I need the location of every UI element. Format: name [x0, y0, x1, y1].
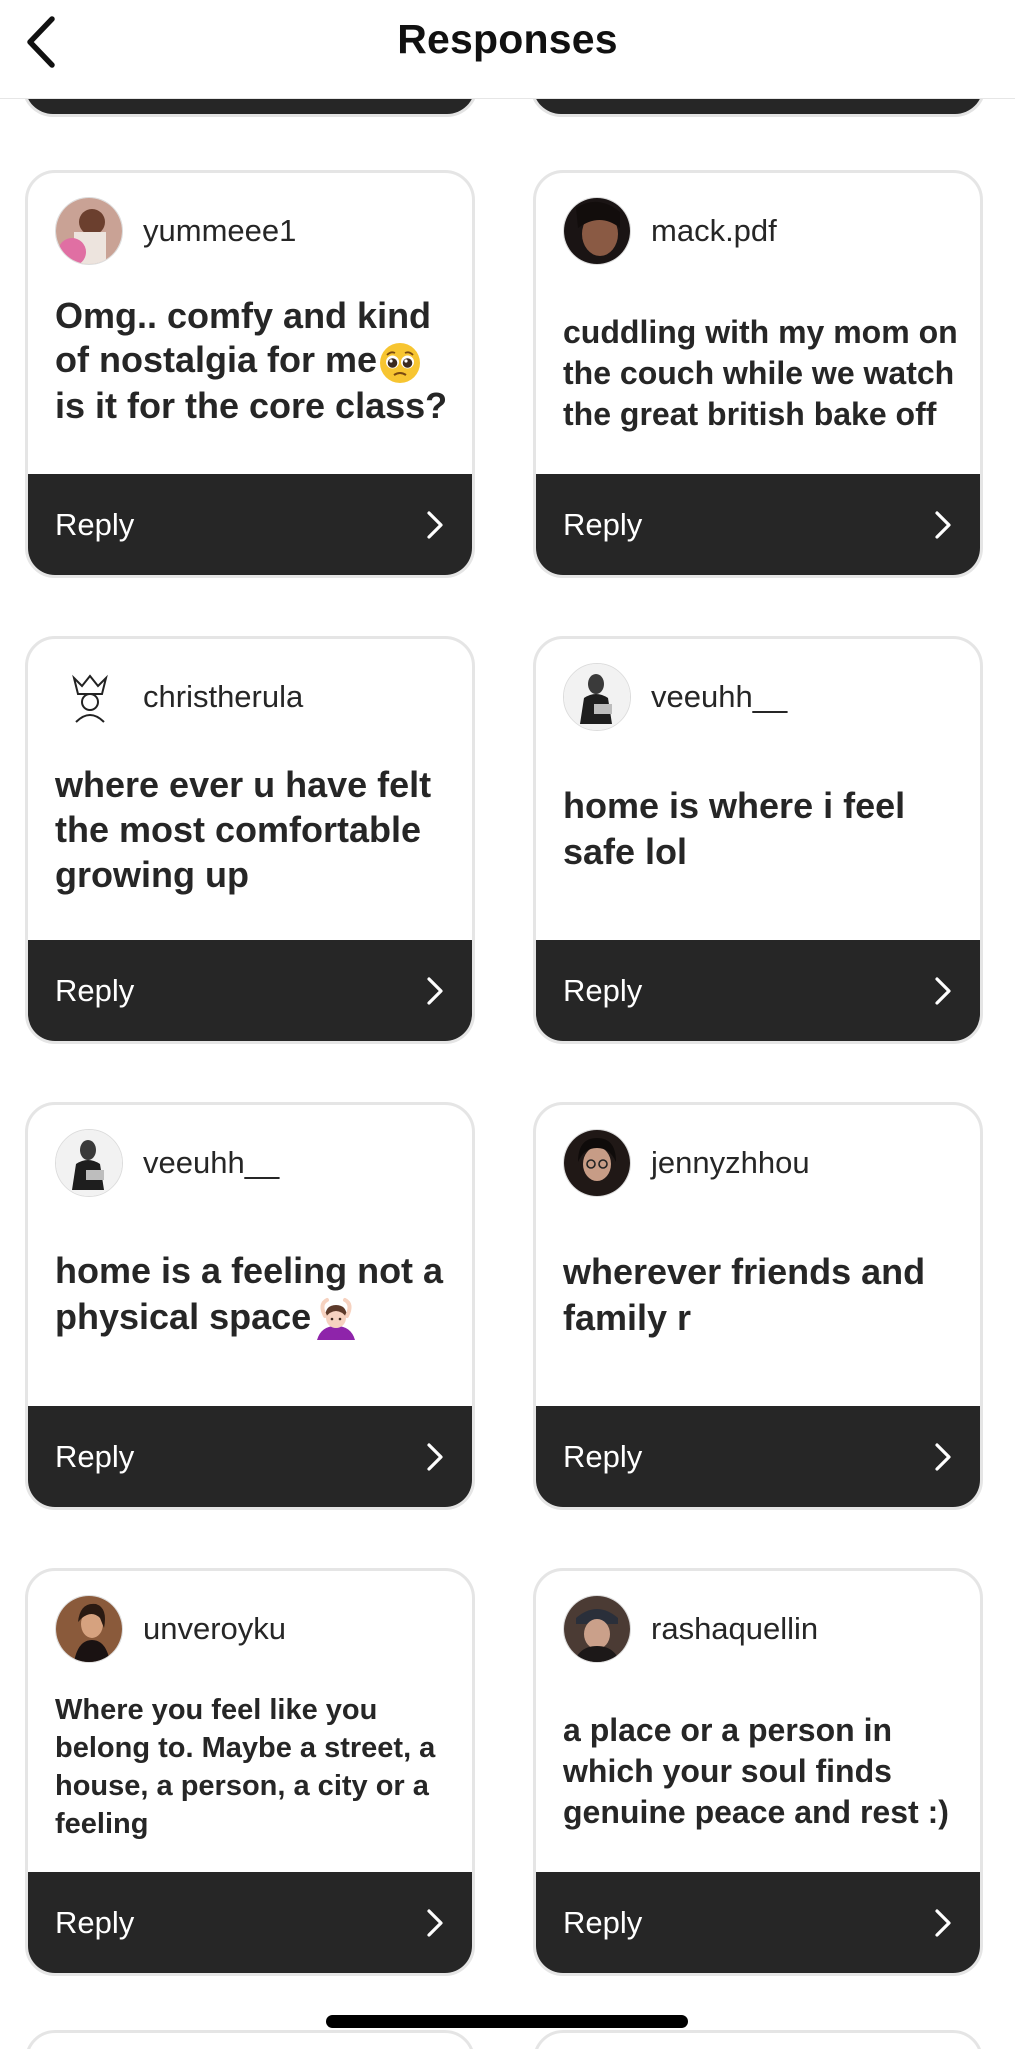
response-card: rashaquellin a place or a person in whic… [533, 1568, 983, 1976]
chevron-right-icon [427, 1442, 443, 1471]
response-author[interactable]: rashaquellin [563, 1595, 818, 1663]
response-text: wherever friends and family r [563, 1251, 926, 1338]
chevron-right-icon [935, 510, 951, 539]
response-text: Where you feel like you belong to. Maybe… [55, 1694, 436, 1840]
avatar [563, 663, 631, 731]
chevron-right-icon [935, 1442, 951, 1471]
responses-screen: Responses yummeee1 Omg.. comfy and kind … [0, 0, 1015, 2049]
response-card: unveroyku Where you feel like you belong… [25, 1568, 475, 1976]
response-author[interactable]: veeuhh__ [563, 663, 787, 731]
reply-label: Reply [55, 972, 135, 1008]
chevron-right-icon [427, 510, 443, 539]
response-author[interactable]: yummeee1 [55, 197, 296, 265]
username: unveroyku [143, 1611, 287, 1646]
username: rashaquellin [651, 1611, 819, 1646]
reply-button[interactable]: Reply [28, 1872, 472, 1973]
username: mack.pdf [651, 213, 777, 248]
response-author[interactable]: veeuhh__ [55, 1129, 279, 1197]
response-text: home is where i feel safe lol [563, 785, 906, 872]
username: veeuhh__ [651, 679, 788, 714]
username: yummeee1 [143, 213, 297, 248]
response-author[interactable]: christherula [55, 663, 303, 731]
person-gesturing-ok-emoji [317, 1298, 356, 1341]
response-card: yummeee1 Omg.. comfy and kind of nostalg… [25, 170, 475, 578]
reply-label: Reply [563, 1904, 643, 1940]
username: christherula [143, 679, 304, 714]
avatar [563, 197, 631, 265]
top-bar: Responses [0, 0, 1015, 99]
response-author[interactable]: mack.pdf [563, 197, 777, 265]
page-title: Responses [397, 16, 618, 62]
reply-label: Reply [563, 506, 643, 542]
avatar [55, 663, 123, 731]
chevron-right-icon [935, 1908, 951, 1937]
response-card: veeuhh__ home is where i feel safe lol R… [533, 636, 983, 1044]
response-card: veeuhh__ home is a feeling not a physica… [25, 1102, 475, 1510]
response-text: cuddling with my mom on the couch while … [563, 313, 958, 432]
response-card: jennyzhhou wherever friends and family r… [533, 1102, 983, 1510]
username: jennyzhhou [651, 1145, 810, 1180]
username: veeuhh__ [143, 1145, 280, 1180]
response-text: a place or a person in which your soul f… [563, 1711, 949, 1830]
reply-button[interactable]: Reply [536, 1406, 980, 1507]
chevron-right-icon [427, 1908, 443, 1937]
reply-button[interactable]: Reply [536, 940, 980, 1041]
chevron-right-icon [427, 976, 443, 1005]
response-card: mack.pdf cuddling with my mom on the cou… [533, 170, 983, 578]
reply-label: Reply [55, 1904, 135, 1940]
reply-button[interactable]: Reply [536, 474, 980, 575]
avatar [563, 1595, 631, 1663]
home-indicator[interactable] [326, 2015, 688, 2028]
pleading-face-emoji [380, 342, 421, 383]
reply-button[interactable]: Reply [28, 1406, 472, 1507]
reply-label: Reply [563, 972, 643, 1008]
reply-button[interactable]: Reply [28, 474, 472, 575]
avatar [55, 1129, 123, 1197]
response-author[interactable]: unveroyku [55, 1595, 286, 1663]
reply-label: Reply [55, 506, 135, 542]
response-card: christherula where ever u have felt the … [25, 636, 475, 1044]
reply-label: Reply [563, 1438, 643, 1474]
next-card-right[interactable] [533, 2030, 983, 2049]
response-text: home is a feeling not a physical space [55, 1227, 450, 1363]
chevron-right-icon [935, 976, 951, 1005]
response-author[interactable]: jennyzhhou [563, 1129, 810, 1197]
avatar [563, 1129, 631, 1197]
next-card-left[interactable] [25, 2030, 475, 2049]
response-text: Omg.. comfy and kind of nostalgia for me… [55, 295, 448, 426]
reply-button[interactable]: Reply [28, 940, 472, 1041]
reply-button[interactable]: Reply [536, 1872, 980, 1973]
response-text: where ever u have felt the most comforta… [55, 763, 432, 895]
avatar [55, 1595, 123, 1663]
avatar [55, 197, 123, 265]
reply-label: Reply [55, 1438, 135, 1474]
